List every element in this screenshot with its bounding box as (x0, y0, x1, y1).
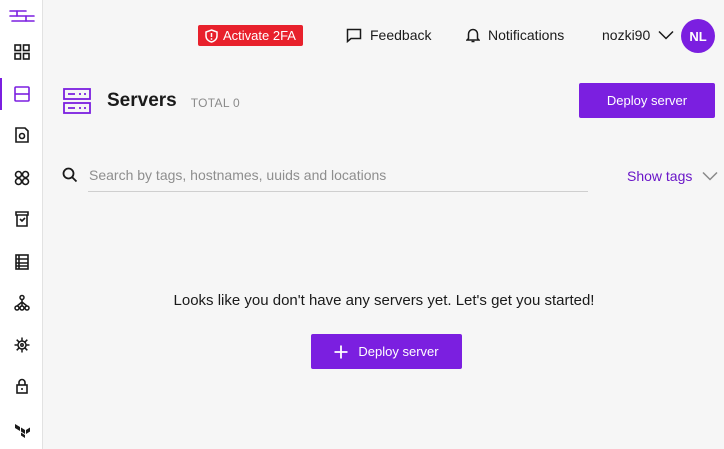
feedback-icon (346, 28, 362, 43)
search-icon (62, 167, 78, 183)
sidebar-item-networks[interactable] (0, 285, 43, 321)
terraform-icon (14, 424, 30, 438)
sidebar (0, 0, 43, 449)
storage-icon (14, 127, 29, 143)
upcloud-logo-icon[interactable] (6, 6, 38, 28)
deploy-server-cta-button[interactable]: Deploy server (311, 334, 462, 369)
feedback-label: Feedback (370, 27, 432, 43)
empty-state-message: Looks like you don't have any servers ye… (173, 292, 595, 309)
kubernetes-icon (14, 337, 29, 353)
show-tags-toggle[interactable]: Show tags (627, 166, 718, 186)
shield-alert-icon (205, 28, 218, 43)
grid-icon (13, 44, 30, 60)
lock-icon (15, 378, 28, 394)
sidebar-item-storage[interactable] (0, 117, 43, 153)
network-icon (13, 294, 30, 311)
server-count: TOTAL 0 (190, 96, 240, 110)
username: nozki90 (602, 27, 651, 43)
page-title: Servers (107, 90, 177, 111)
clusters-icon (14, 170, 29, 186)
bell-icon (466, 28, 480, 43)
chevron-down-icon (658, 30, 674, 40)
sidebar-item-dashboard[interactable] (0, 34, 43, 70)
sidebar-item-security[interactable] (0, 368, 43, 404)
backup-icon (14, 211, 29, 227)
activate-2fa-button[interactable]: Activate 2FA (198, 25, 303, 46)
user-menu[interactable]: nozki90 (602, 26, 674, 44)
database-icon (14, 254, 29, 270)
servers-page-icon (63, 88, 91, 114)
topbar: Activate 2FA Feedback Notifications nozk… (44, 0, 724, 70)
chevron-down-icon (702, 171, 718, 181)
show-tags-label: Show tags (627, 168, 693, 184)
activate-2fa-label: Activate 2FA (223, 28, 296, 43)
sidebar-item-databases[interactable] (0, 244, 43, 280)
avatar[interactable]: NL (681, 19, 715, 53)
notifications-label: Notifications (488, 27, 565, 43)
sidebar-item-clusters[interactable] (0, 160, 43, 196)
notifications-link[interactable]: Notifications (466, 26, 564, 44)
search-bar (62, 162, 592, 192)
deploy-server-button[interactable]: Deploy server (579, 83, 715, 118)
sidebar-item-kubernetes[interactable] (0, 327, 43, 363)
page-header: Servers TOTAL 0 (62, 82, 240, 120)
feedback-link[interactable]: Feedback (346, 26, 431, 44)
deploy-server-cta-label: Deploy server (358, 344, 439, 359)
sidebar-item-backups[interactable] (0, 201, 43, 237)
search-input[interactable] (88, 162, 588, 192)
plus-icon (334, 345, 348, 358)
sidebar-item-servers[interactable] (0, 76, 43, 112)
sidebar-item-terraform[interactable] (0, 412, 43, 448)
servers-icon (13, 86, 30, 102)
